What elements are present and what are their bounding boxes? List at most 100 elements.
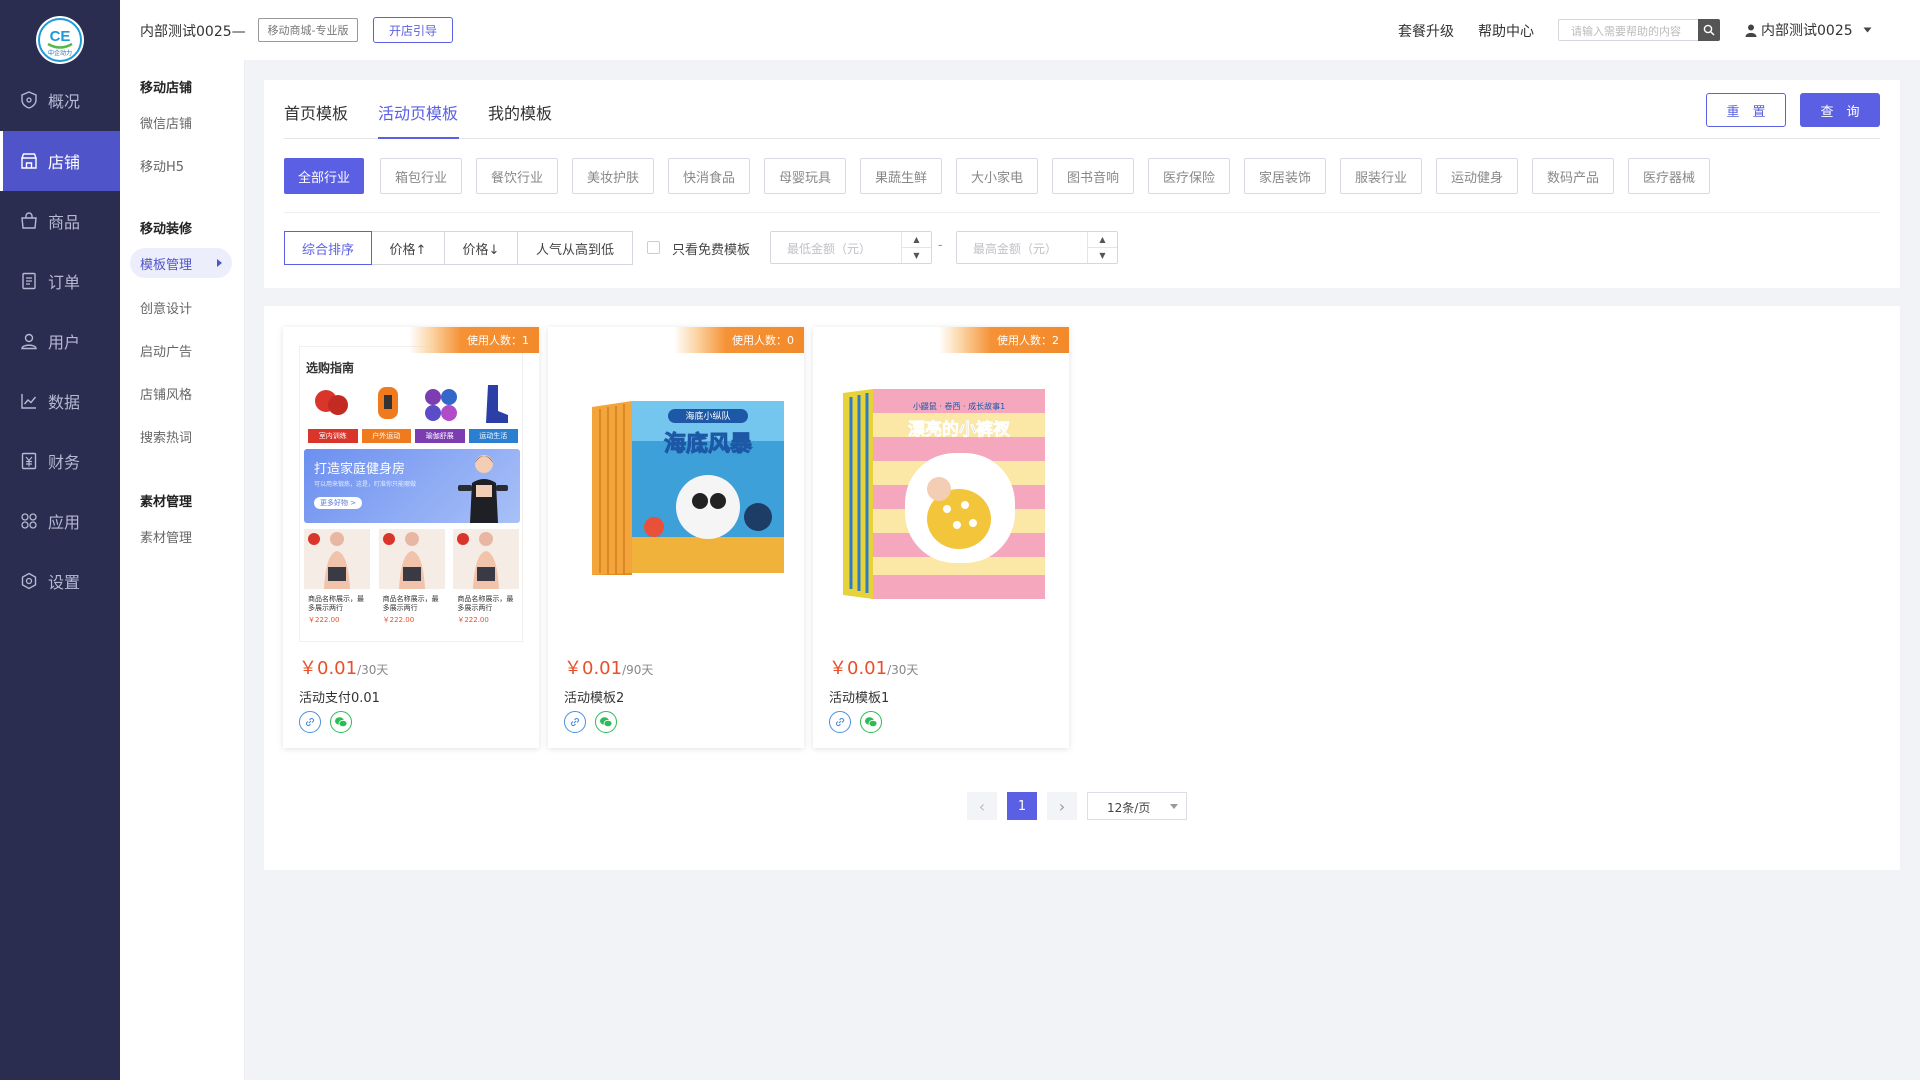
- nav-overview[interactable]: 概况: [0, 70, 120, 130]
- industry-tag[interactable]: 医疗器械: [1628, 158, 1710, 194]
- min-amount-input[interactable]: 最低金额（元） ▲ ▼: [770, 231, 932, 264]
- industry-tag[interactable]: 美妆护肤: [572, 158, 654, 194]
- sort-popularity[interactable]: 人气从高到低: [517, 231, 633, 265]
- book-series-label: 小鼹鼠 · 卷西 · 成长故事1: [913, 401, 1005, 411]
- preview-category-bar: 室内训练 户外运动 瑜伽舒展 运动生活: [308, 429, 518, 443]
- nav-finance[interactable]: 财务: [0, 431, 120, 491]
- apps-icon: [21, 513, 37, 529]
- industry-tag[interactable]: 箱包行业: [380, 158, 462, 194]
- industry-tag[interactable]: 数码产品: [1532, 158, 1614, 194]
- tab-my-template[interactable]: 我的模板: [488, 100, 552, 124]
- free-only-checkbox[interactable]: [647, 241, 660, 254]
- wechat-button[interactable]: [595, 711, 617, 733]
- open-guide-button[interactable]: 开店引导: [373, 17, 453, 43]
- template-card[interactable]: 选购指南 室内训练 户外运动 瑜伽舒展 运动生活 打造家庭健身房 可以用来锻炼，…: [283, 327, 539, 748]
- brand-logo[interactable]: CE 中企动力: [36, 16, 84, 64]
- sort-price-desc[interactable]: 价格↓: [444, 231, 518, 265]
- max-amount-stepper[interactable]: ▲ ▼: [1087, 232, 1117, 263]
- subnav-item-wechat-store[interactable]: 微信店铺: [140, 113, 192, 132]
- industry-tag[interactable]: 全部行业: [284, 158, 364, 194]
- nav-goods[interactable]: 商品: [0, 191, 120, 251]
- link-icon: [305, 717, 315, 727]
- stepper-down-icon[interactable]: ▼: [1088, 247, 1117, 262]
- usage-count-badge: 使用人数：1: [409, 327, 539, 353]
- industry-tag[interactable]: 服装行业: [1340, 158, 1422, 194]
- tab-activity-template[interactable]: 活动页模板: [378, 100, 458, 124]
- stepper-up-icon[interactable]: ▲: [902, 232, 931, 247]
- industry-tag[interactable]: 运动健身: [1436, 158, 1518, 194]
- h5-link-button[interactable]: [564, 711, 586, 733]
- nav-settings[interactable]: 设置: [0, 551, 120, 611]
- subnav-item-mobile-h5[interactable]: 移动H5: [140, 156, 184, 175]
- user-name: 内部测试0025: [1761, 23, 1853, 39]
- subnav-heading: 移动装修: [140, 222, 193, 237]
- template-card[interactable]: 海底小纵队 海底风暴 使用人数：0 ￥0.01/90天 活动模板2: [548, 327, 804, 748]
- sort-price-asc[interactable]: 价格↑: [371, 231, 445, 265]
- svg-text:中企动力: 中企动力: [48, 49, 72, 57]
- industry-tag[interactable]: 母婴玩具: [764, 158, 846, 194]
- nav-store[interactable]: 店铺: [0, 131, 120, 191]
- nav-label: 财务: [48, 453, 81, 472]
- subnav-item-launch-ad[interactable]: 启动广告: [140, 341, 192, 360]
- industry-tag[interactable]: 餐饮行业: [476, 158, 558, 194]
- industry-tag[interactable]: 图书音响: [1052, 158, 1134, 194]
- industry-tag[interactable]: 快消食品: [668, 158, 750, 194]
- subnav-item-search-hotwords[interactable]: 搜索热词: [140, 427, 192, 446]
- book-series-label: 海底小纵队: [685, 410, 730, 422]
- h5-link-button[interactable]: [299, 711, 321, 733]
- subnav-item-creative-design[interactable]: 创意设计: [140, 298, 192, 317]
- stepper-up-icon[interactable]: ▲: [1088, 232, 1117, 247]
- nav-user[interactable]: 用户: [0, 311, 120, 371]
- wechat-button[interactable]: [860, 711, 882, 733]
- industry-tag[interactable]: 果蔬生鲜: [860, 158, 942, 194]
- help-center-link[interactable]: 帮助中心: [1478, 21, 1534, 41]
- filter-divider: [284, 212, 1880, 213]
- prev-page-button[interactable]: ‹: [967, 792, 997, 820]
- min-amount-stepper[interactable]: ▲ ▼: [901, 232, 931, 263]
- preview-goods-item: 商品名称展示，最多展示两行 ￥222.00: [453, 529, 521, 641]
- nav-label: 应用: [48, 513, 81, 532]
- preview-goods-name: 商品名称展示，最多展示两行: [382, 595, 439, 612]
- subnav-item-material-manage[interactable]: 素材管理: [140, 527, 192, 546]
- stepper-down-icon[interactable]: ▼: [902, 247, 931, 262]
- h5-link-button[interactable]: [829, 711, 851, 733]
- preview-goods-price: ￥222.00: [308, 616, 340, 624]
- preview-goods-item: 商品名称展示，最多展示两行 ￥222.00: [378, 529, 446, 641]
- max-amount-input[interactable]: 最高金额（元） ▲ ▼: [956, 231, 1118, 264]
- upgrade-link[interactable]: 套餐升级: [1398, 21, 1454, 41]
- subnav-item-template-manage[interactable]: 模板管理: [130, 248, 232, 278]
- help-search-input[interactable]: 请输入需要帮助的内容: [1558, 19, 1698, 41]
- wechat-icon: [865, 717, 878, 728]
- nav-data[interactable]: 数据: [0, 371, 120, 431]
- industry-tag[interactable]: 医疗保险: [1148, 158, 1230, 194]
- edition-badge: 移动商城-专业版: [258, 18, 358, 42]
- page-size-select[interactable]: 12条/页: [1087, 792, 1187, 820]
- overview-icon: [21, 91, 37, 109]
- reset-button[interactable]: 重 置: [1706, 93, 1786, 127]
- template-name: 活动支付0.01: [299, 691, 380, 706]
- wechat-button[interactable]: [330, 711, 352, 733]
- usage-count-badge: 使用人数：2: [939, 327, 1069, 353]
- industry-tag[interactable]: 家居装饰: [1244, 158, 1326, 194]
- query-button[interactable]: 查 询: [1800, 93, 1880, 127]
- sort-comprehensive[interactable]: 综合排序: [284, 231, 372, 265]
- subnav-item-store-style[interactable]: 店铺风格: [140, 384, 192, 403]
- industry-tag[interactable]: 大小家电: [956, 158, 1038, 194]
- order-icon: [22, 272, 36, 290]
- max-amount-placeholder: 最高金额（元）: [973, 242, 1058, 256]
- book-title-label: 漂亮的小裤衩: [908, 419, 1011, 440]
- usage-count-badge: 使用人数：0: [674, 327, 804, 353]
- nav-apps[interactable]: 应用: [0, 491, 120, 551]
- search-button[interactable]: [1698, 19, 1720, 41]
- template-name: 活动模板2: [564, 691, 625, 706]
- preview-goods-name: 商品名称展示，最多展示两行: [308, 595, 364, 612]
- page-number-button[interactable]: 1: [1007, 792, 1037, 820]
- top-bar: 内部测试0025— 移动商城-专业版 开店引导 套餐升级 帮助中心 请输入需要帮…: [120, 0, 1920, 60]
- nav-order[interactable]: 订单: [0, 251, 120, 311]
- next-page-button[interactable]: ›: [1047, 792, 1077, 820]
- user-menu[interactable]: 内部测试0025: [1745, 20, 1872, 40]
- nav-label: 店铺: [48, 153, 81, 172]
- tab-home-template[interactable]: 首页模板: [284, 100, 348, 124]
- page-size-value: 12条/页: [1107, 801, 1151, 815]
- template-card[interactable]: 小鼹鼠 · 卷西 · 成长故事1 漂亮的小裤衩 使用人数：2 ￥0.01/30天…: [813, 327, 1069, 748]
